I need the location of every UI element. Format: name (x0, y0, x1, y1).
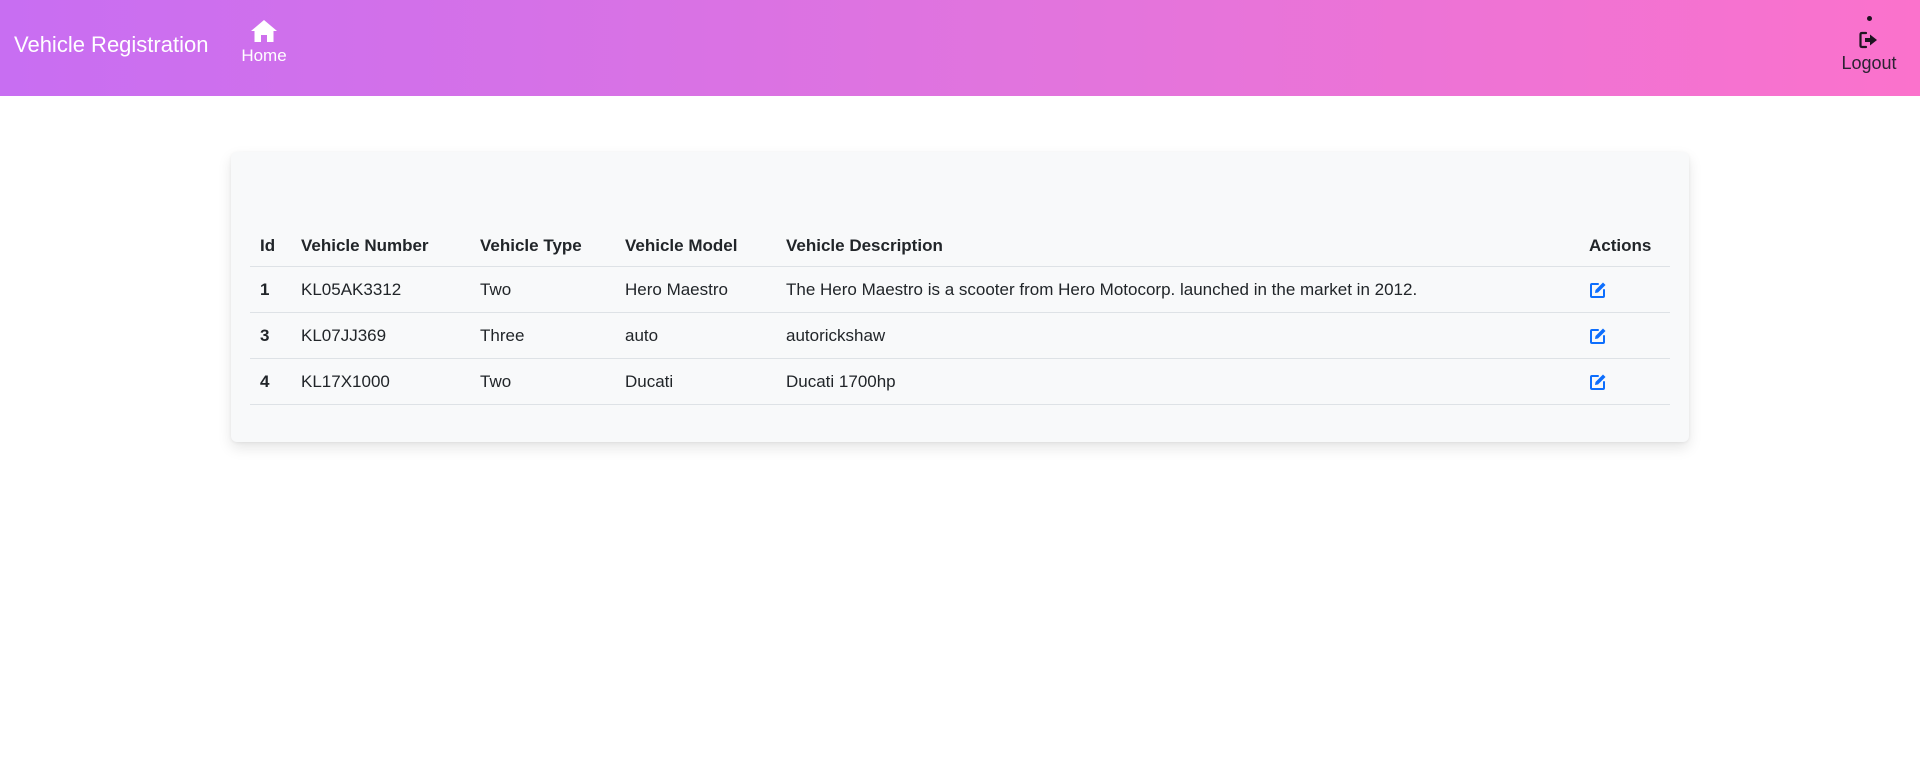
table-row: 4 KL17X1000 Two Ducati Ducati 1700hp (250, 358, 1670, 405)
nav-right: Logout (1834, 12, 1904, 74)
cell-vehicle-type: Two (470, 266, 615, 313)
vehicles-card: Id Vehicle Number Vehicle Type Vehicle M… (231, 152, 1689, 442)
cell-id: 1 (250, 266, 291, 313)
nav-home-link[interactable]: Home (236, 18, 292, 66)
cell-actions (1579, 266, 1670, 313)
sign-out-icon (1859, 31, 1877, 49)
edit-icon[interactable] (1589, 373, 1607, 391)
header-vehicle-number: Vehicle Number (291, 226, 470, 267)
cell-id: 4 (250, 358, 291, 405)
cell-vehicle-number: KL07JJ369 (291, 312, 470, 359)
cell-vehicle-type: Two (470, 358, 615, 405)
home-icon (251, 20, 277, 42)
header-actions: Actions (1579, 226, 1670, 267)
header-vehicle-type: Vehicle Type (470, 226, 615, 267)
cell-actions (1579, 358, 1670, 405)
cell-vehicle-model: Hero Maestro (615, 266, 776, 313)
cell-vehicle-description: Ducati 1700hp (776, 358, 1579, 405)
header-vehicle-description: Vehicle Description (776, 226, 1579, 267)
cell-vehicle-description: The Hero Maestro is a scooter from Hero … (776, 266, 1579, 313)
table-header-row: Id Vehicle Number Vehicle Type Vehicle M… (250, 226, 1670, 267)
cell-vehicle-model: Ducati (615, 358, 776, 405)
table-row: 1 KL05AK3312 Two Hero Maestro The Hero M… (250, 266, 1670, 313)
cell-vehicle-number: KL17X1000 (291, 358, 470, 405)
table-row: 3 KL07JJ369 Three auto autorickshaw (250, 312, 1670, 359)
cell-id: 3 (250, 312, 291, 359)
logout-label: Logout (1841, 53, 1897, 73)
cell-actions (1579, 312, 1670, 359)
edit-icon[interactable] (1589, 327, 1607, 345)
logout-link[interactable]: Logout (1834, 31, 1904, 74)
header-id: Id (250, 226, 291, 267)
list-bullet (1866, 16, 1872, 21)
navbar: Vehicle Registration Home Logout (0, 0, 1920, 96)
table-header: Id Vehicle Number Vehicle Type Vehicle M… (250, 226, 1670, 267)
cell-vehicle-type: Three (470, 312, 615, 359)
brand-link[interactable]: Vehicle Registration (14, 32, 208, 58)
vehicles-table: Id Vehicle Number Vehicle Type Vehicle M… (250, 226, 1670, 405)
cell-vehicle-model: auto (615, 312, 776, 359)
nav-home-label: Home (241, 46, 287, 65)
table-body: 1 KL05AK3312 Two Hero Maestro The Hero M… (250, 266, 1670, 405)
header-vehicle-model: Vehicle Model (615, 226, 776, 267)
cell-vehicle-description: autorickshaw (776, 312, 1579, 359)
cell-vehicle-number: KL05AK3312 (291, 266, 470, 313)
edit-icon[interactable] (1589, 281, 1607, 299)
